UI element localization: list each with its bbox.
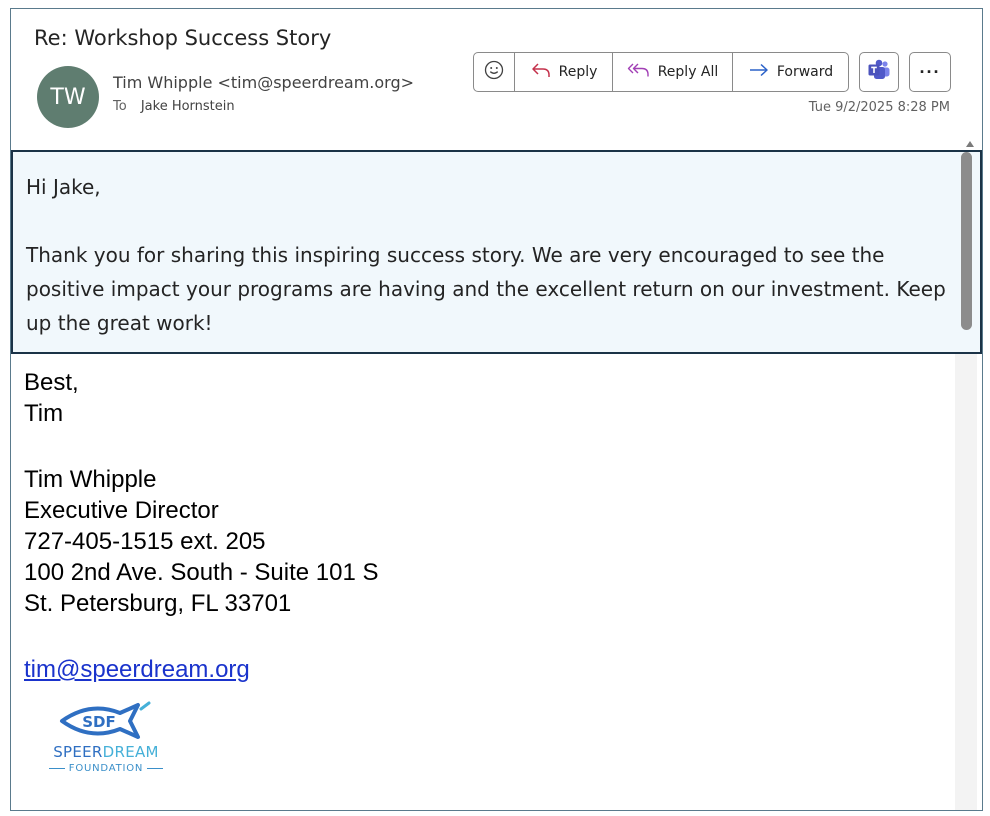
- recipient-row: To Jake Hornstein: [113, 99, 235, 114]
- forward-arrow-icon: [748, 62, 770, 82]
- reply-all-label: Reply All: [657, 64, 719, 80]
- more-actions-button[interactable]: ···: [909, 52, 951, 92]
- recipient-name[interactable]: Jake Hornstein: [141, 99, 235, 114]
- sender-avatar[interactable]: TW: [37, 66, 99, 128]
- logo-subtitle: FOUNDATION: [38, 763, 174, 774]
- signature-email-link[interactable]: tim@speerdream.org: [24, 656, 250, 684]
- logo-mark: SDF: [82, 713, 116, 731]
- sender-name[interactable]: Tim Whipple <tim@speerdream.org>: [113, 73, 414, 92]
- email-reading-pane: Re: Workshop Success Story TW Tim Whippl…: [10, 8, 983, 811]
- smiley-icon: [484, 60, 504, 84]
- signature-title: Executive Director: [24, 497, 219, 524]
- reply-button[interactable]: Reply: [515, 53, 613, 91]
- teams-button[interactable]: [859, 52, 899, 92]
- logo-name: SPEERDREAM: [53, 743, 159, 761]
- signature-full-name: Tim Whipple: [24, 466, 157, 493]
- body-paragraph: Thank you for sharing this inspiring suc…: [26, 243, 946, 335]
- signature-address-line2: St. Petersburg, FL 33701: [24, 590, 292, 617]
- fish-logo-icon: SDF: [60, 701, 151, 739]
- email-subject: Re: Workshop Success Story: [34, 26, 332, 50]
- scrollbar-thumb[interactable]: [961, 152, 972, 330]
- speerdream-logo: SDF SPEERDREAM FOUNDATION: [38, 699, 178, 779]
- reply-all-button[interactable]: Reply All: [613, 53, 733, 91]
- forward-button[interactable]: Forward: [733, 53, 848, 91]
- signature-block: Best, Tim Tim Whipple Executive Director…: [24, 367, 379, 619]
- reply-icon: [530, 61, 552, 83]
- sent-date: Tue 9/2/2025 8:28 PM: [808, 100, 950, 115]
- signature-address-line1: 100 2nd Ave. South - Suite 101 S: [24, 559, 379, 586]
- selected-message-body[interactable]: Hi Jake, Thank you for sharing this insp…: [11, 150, 982, 354]
- signature-first-name: Tim: [24, 400, 64, 427]
- signature-phone: 727-405-1515 ext. 205: [24, 528, 266, 555]
- closing: Best,: [24, 369, 79, 396]
- greeting: Hi Jake,: [26, 175, 101, 199]
- teams-icon: [867, 59, 891, 86]
- message-body: Hi Jake, Thank you for sharing this insp…: [26, 170, 966, 340]
- react-button[interactable]: [474, 53, 515, 91]
- scroll-up-arrow-icon[interactable]: [966, 140, 974, 148]
- reply-all-icon: [627, 61, 651, 83]
- message-actions-toolbar: Reply Reply All Forward: [473, 52, 849, 92]
- to-label: To: [113, 99, 127, 114]
- forward-label: Forward: [776, 64, 834, 80]
- reply-label: Reply: [558, 64, 598, 80]
